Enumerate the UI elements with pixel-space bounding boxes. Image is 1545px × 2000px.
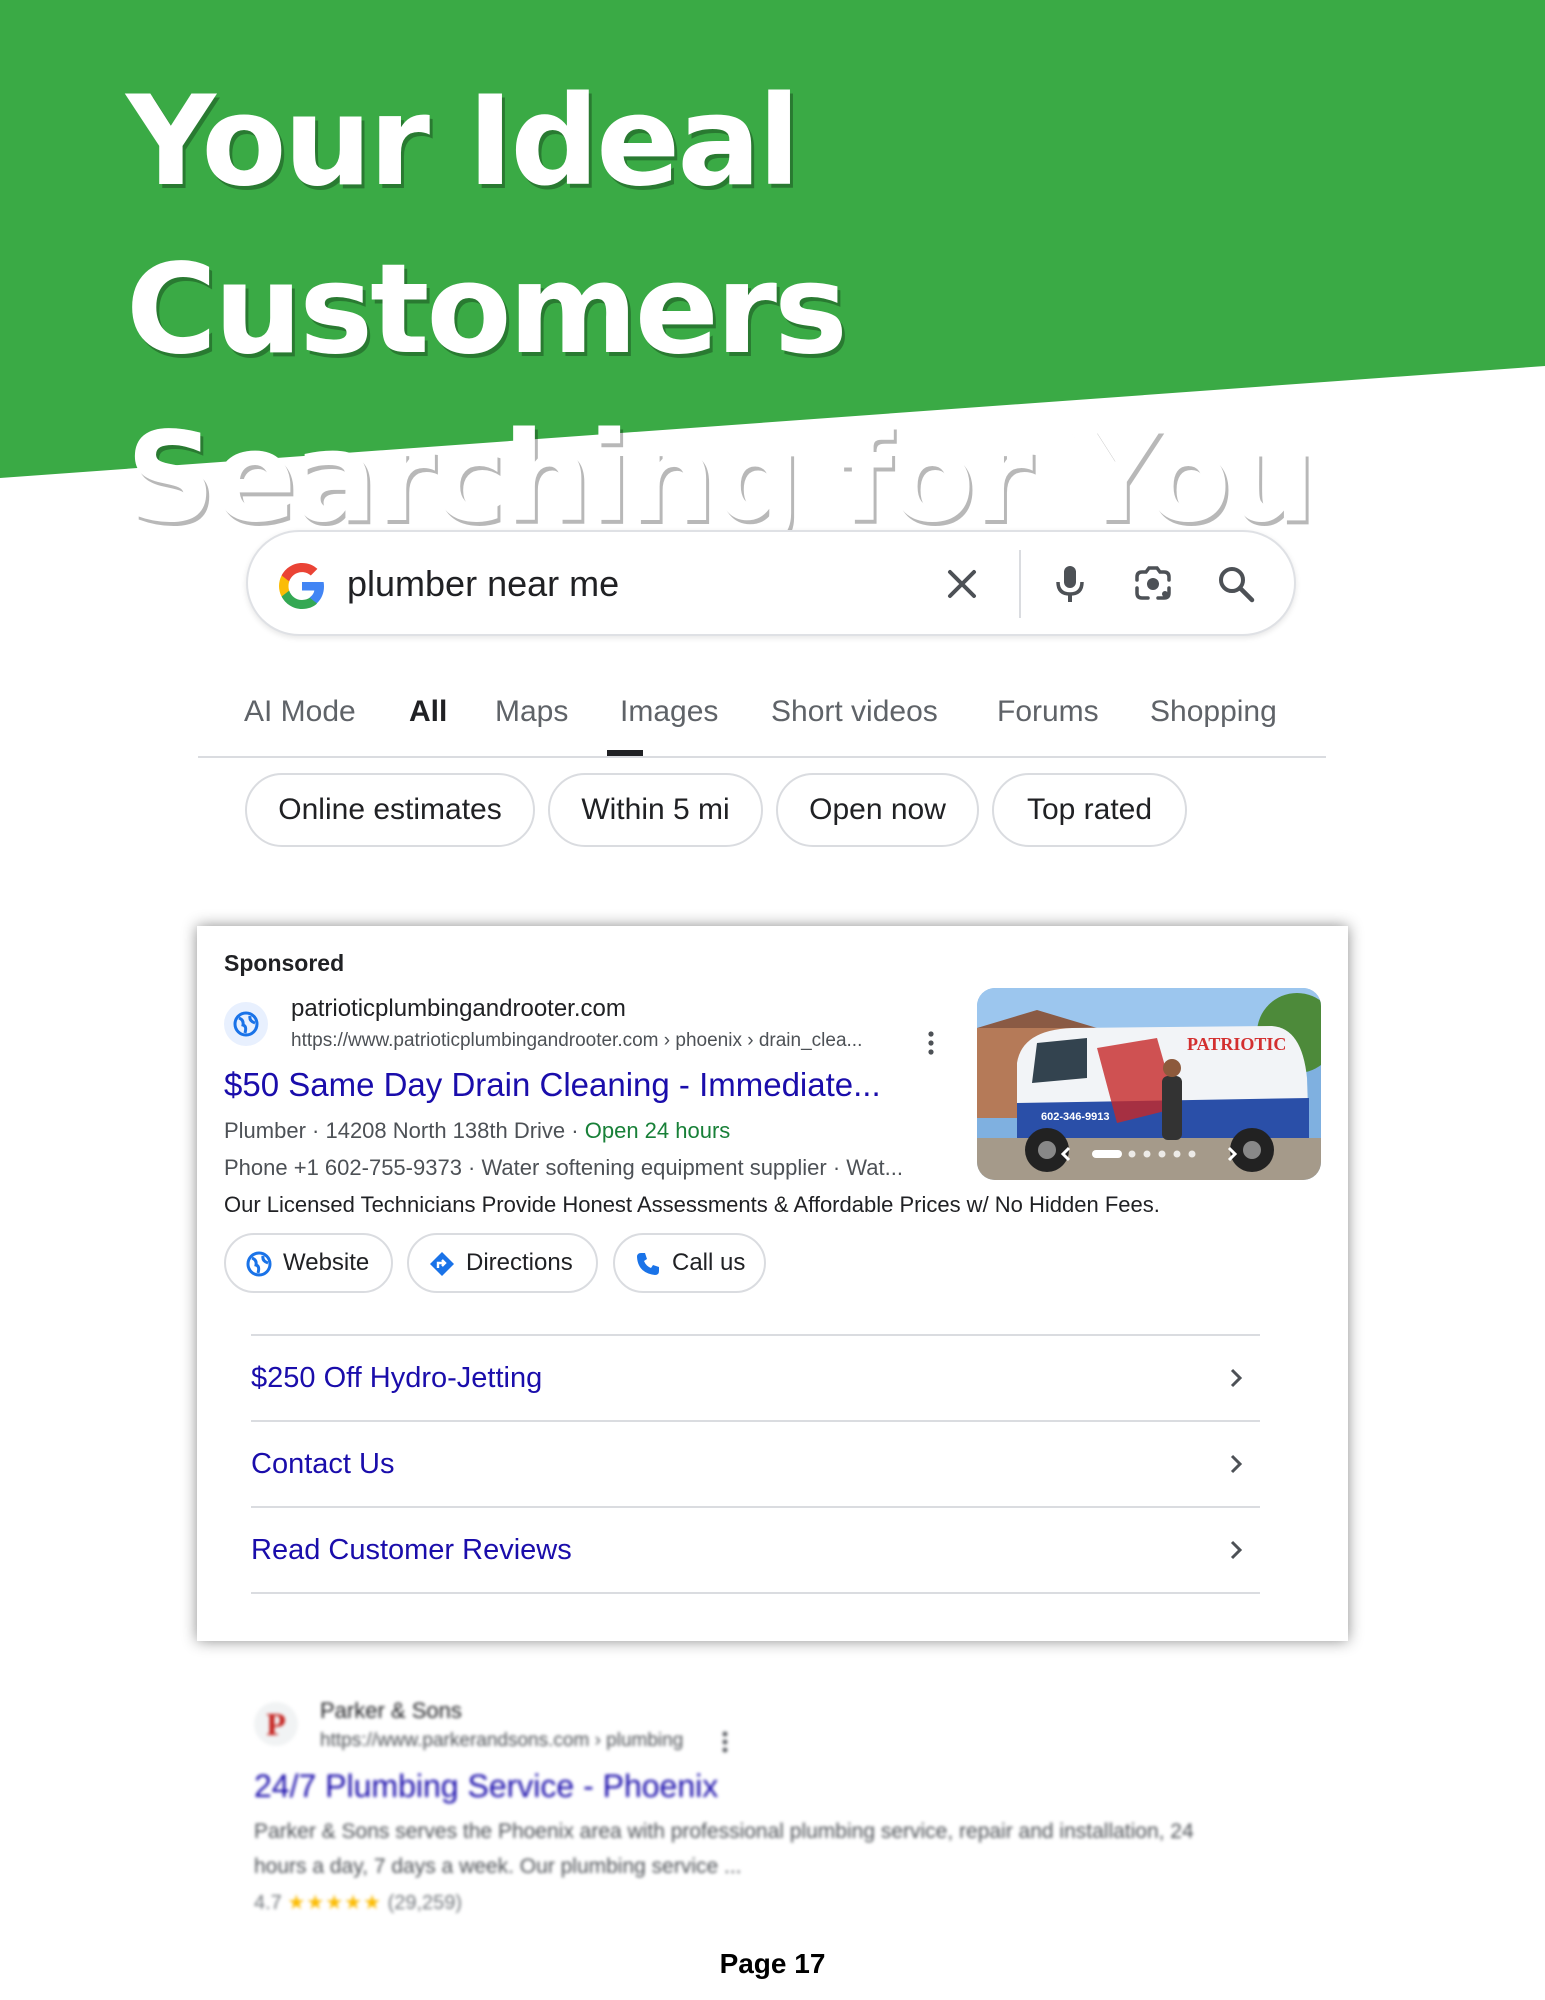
tab-ai-mode[interactable]: AI Mode [244, 684, 356, 740]
van-brand-text: PATRIOTIC [1187, 1034, 1286, 1054]
ad-description: Our Licensed Technicians Provide Honest … [224, 1192, 1160, 1217]
van-phone-text: 602-346-9913 [1041, 1111, 1110, 1123]
search-input[interactable]: plumber near me [347, 532, 619, 636]
tab-forums[interactable]: Forums [997, 684, 1099, 740]
organic-title-link[interactable]: 24/7 Plumbing Service - Phoenix [254, 1768, 718, 1805]
sitelink-label: Contact Us [251, 1448, 395, 1480]
ad-site-name[interactable]: patrioticplumbingandrooter.com [291, 995, 626, 1023]
carousel-active-dot [1092, 1150, 1122, 1158]
headline: Your Ideal Customers Searching for You [126, 58, 1545, 562]
ad-business-info: Plumber · 14208 North 138th Drive · [224, 1118, 585, 1143]
review-count: (29,259) [387, 1892, 463, 1914]
ad-phone-line: Phone +1 602-755-9373 · Water softening … [224, 1155, 903, 1180]
parker-sons-logo: P [254, 1702, 298, 1746]
directions-button-label: Directions [466, 1249, 573, 1276]
van-photo: PATRIOTIC 602-346-9913 [977, 988, 1321, 1180]
organic-desc-line-1: Parker & Sons serves the Phoenix area wi… [254, 1820, 1194, 1843]
lens-camera-icon[interactable] [1132, 563, 1174, 605]
chevron-right-icon [1230, 1454, 1243, 1474]
phone-icon [637, 1253, 659, 1275]
chevron-right-icon [1230, 1368, 1243, 1388]
search-bar[interactable]: plumber near me [246, 530, 1296, 636]
sponsored-label: Sponsored [224, 950, 345, 976]
open-status: Open 24 hours [584, 1118, 731, 1143]
ad-site-url[interactable]: https://www.patrioticplumbingandrooter.c… [291, 1030, 862, 1052]
tab-images[interactable]: Images [620, 684, 718, 740]
sitelink-reviews[interactable]: Read Customer Reviews [251, 1508, 1260, 1592]
google-logo-icon [279, 563, 324, 609]
ad-title-link[interactable]: $50 Same Day Drain Cleaning - Immediate.… [224, 1066, 881, 1104]
organic-desc-line-2: hours a day, 7 days a week. Our plumbing… [254, 1855, 742, 1878]
active-tab-indicator [607, 750, 643, 756]
sitelink-hydro-jetting[interactable]: $250 Off Hydro-Jetting [251, 1336, 1260, 1420]
search-icon[interactable] [1215, 563, 1257, 605]
headline-line-1: Your Ideal Customers [126, 70, 848, 382]
sitelink-label: Read Customer Reviews [251, 1534, 572, 1566]
organic-rating: 4.7 ★★★★★ (29,259) [254, 1890, 462, 1915]
site-favicon [224, 1002, 268, 1046]
more-options-icon[interactable] [722, 1730, 728, 1754]
rating-stars: ★★★★★ [287, 1892, 383, 1914]
directions-button[interactable]: Directions [407, 1233, 598, 1293]
website-button[interactable]: Website [224, 1233, 393, 1293]
tab-maps[interactable]: Maps [495, 684, 568, 740]
rating-value: 4.7 [254, 1892, 282, 1914]
clear-icon[interactable] [941, 563, 983, 605]
sitelink-contact-us[interactable]: Contact Us [251, 1422, 1260, 1506]
globe-icon [246, 1251, 272, 1277]
organic-result: P Parker & Sons https://www.parkerandson… [250, 1690, 1300, 1930]
call-button-label: Call us [672, 1249, 746, 1276]
ad-business-line: Plumber · 14208 North 138th Drive · Open… [224, 1118, 730, 1144]
globe-icon [233, 1011, 259, 1037]
search-divider [1019, 550, 1021, 618]
page-number: Page 17 [719, 1948, 826, 1979]
search-tabs: AI Mode All Maps Images Short videos For… [198, 684, 1326, 758]
sitelink-label: $250 Off Hydro-Jetting [251, 1362, 543, 1394]
more-options-icon[interactable] [928, 1030, 934, 1056]
chip-top-rated[interactable]: Top rated [992, 773, 1187, 847]
chip-open-now[interactable]: Open now [776, 773, 979, 847]
call-button[interactable]: Call us [613, 1233, 766, 1293]
chip-online-estimates[interactable]: Online estimates [245, 773, 535, 847]
directions-icon [430, 1252, 454, 1276]
sitelink-divider [251, 1592, 1260, 1594]
website-button-label: Website [283, 1249, 370, 1276]
ad-image-carousel[interactable]: PATRIOTIC 602-346-9913 [977, 988, 1321, 1180]
chevron-right-icon [1230, 1540, 1243, 1560]
tab-shopping[interactable]: Shopping [1150, 684, 1277, 740]
microphone-icon[interactable] [1049, 563, 1091, 605]
tab-short-videos[interactable]: Short videos [771, 684, 938, 740]
organic-site-url[interactable]: https://www.parkerandsons.com › plumbing [320, 1730, 683, 1752]
organic-site-name[interactable]: Parker & Sons [320, 1698, 462, 1724]
sponsored-ad-card: Sponsored patrioticplumbingandrooter.com… [197, 926, 1348, 1641]
tab-all[interactable]: All [409, 684, 447, 740]
chip-within-5-mi[interactable]: Within 5 mi [548, 773, 763, 847]
